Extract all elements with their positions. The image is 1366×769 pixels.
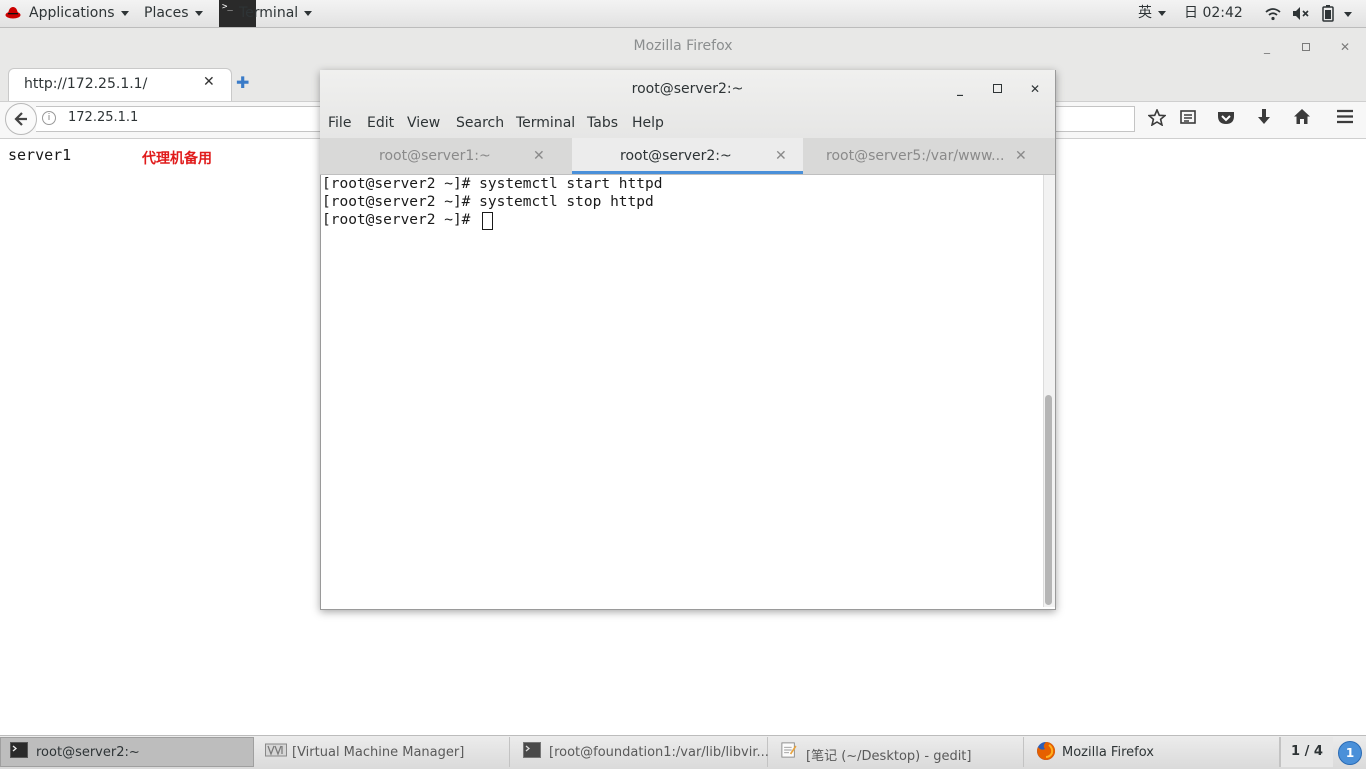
terminal-icon — [523, 742, 541, 758]
input-method-label: 英 — [1138, 5, 1152, 21]
hamburger-menu-icon[interactable] — [1336, 109, 1354, 124]
terminal-output-area[interactable] — [321, 175, 1043, 607]
maximize-icon[interactable] — [1299, 41, 1313, 55]
menu-tabs[interactable]: Tabs — [587, 115, 618, 131]
new-tab-plus-icon[interactable]: ✚ — [236, 73, 249, 92]
terminal-tab-1-label[interactable]: root@server1:~ — [379, 148, 491, 164]
gedit-notepad-icon — [781, 742, 797, 758]
close-tab-icon[interactable]: ✕ — [203, 74, 215, 90]
chevron-down-icon — [1158, 10, 1166, 16]
workspace-indicator[interactable]: 1 / 4 — [1280, 737, 1333, 767]
minimize-icon[interactable]: _ — [1260, 40, 1274, 54]
taskbar-item-label: [笔记 (~/Desktop) - gedit] — [806, 749, 972, 764]
text-cursor — [482, 212, 493, 230]
page-hostname-text: server1 — [8, 146, 72, 164]
menu-file[interactable]: File — [328, 115, 351, 131]
firefox-window-title: Mozilla Firefox — [633, 38, 733, 54]
menu-edit[interactable]: Edit — [367, 115, 394, 131]
terminal-window-title: root@server2:~ — [631, 81, 744, 97]
terminal-icon — [10, 742, 28, 758]
active-app-label: Terminal — [239, 5, 299, 21]
redhat-logo-icon — [5, 7, 21, 19]
taskbar-item-label: [Virtual Machine Manager] — [292, 745, 465, 760]
bookmark-star-icon[interactable] — [1148, 109, 1166, 126]
places-menu[interactable]: Places — [144, 0, 203, 27]
places-label: Places — [144, 5, 189, 21]
close-icon[interactable]: ✕ — [1338, 40, 1352, 54]
terminal-line: [root@server2 ~]# systemctl stop httpd — [322, 194, 654, 210]
applications-label: Applications — [29, 5, 115, 21]
tab-close-icon[interactable]: ✕ — [533, 148, 545, 164]
menu-help[interactable]: Help — [632, 115, 664, 131]
home-icon[interactable] — [1293, 108, 1311, 125]
clock[interactable]: 日 02:42 — [1184, 0, 1243, 27]
page-note-text: 代理机备用 — [142, 151, 212, 167]
wifi-icon[interactable] — [1265, 7, 1281, 21]
terminal-tab-2-label[interactable]: root@server2:~ — [620, 148, 732, 164]
back-arrow-icon[interactable] — [5, 103, 37, 135]
terminal-line: [root@server2 ~]# — [322, 212, 480, 228]
taskbar-item-label: Mozilla Firefox — [1062, 745, 1154, 760]
terminal-maximize-icon[interactable] — [990, 82, 1004, 96]
tab-close-icon[interactable]: ✕ — [775, 148, 787, 164]
chevron-down-icon — [194, 10, 203, 16]
terminal-scrollbar-thumb[interactable] — [1045, 395, 1052, 605]
firefox-icon — [1037, 741, 1056, 760]
input-method-indicator[interactable]: 英 — [1138, 0, 1166, 27]
volume-muted-icon[interactable] — [1292, 6, 1310, 21]
firefox-tab-title: http://172.25.1.1/ — [24, 76, 148, 92]
terminal-minimize-icon[interactable]: _ — [953, 82, 967, 96]
battery-icon[interactable] — [1322, 5, 1334, 22]
tab-close-icon[interactable]: ✕ — [1015, 148, 1027, 164]
pocket-icon[interactable] — [1217, 110, 1235, 125]
notification-badge[interactable]: 1 — [1338, 741, 1362, 765]
active-app-menu[interactable]: Terminal — [239, 0, 313, 27]
virtual-machine-manager-icon — [265, 743, 287, 757]
taskbar-item-label: root@server2:~ — [36, 745, 140, 760]
site-info-icon[interactable]: i — [42, 111, 56, 125]
url-text[interactable]: 172.25.1.1 — [68, 110, 138, 125]
menu-view[interactable]: View — [407, 115, 440, 131]
terminal-close-icon[interactable]: ✕ — [1028, 82, 1042, 96]
chevron-down-icon — [304, 10, 313, 16]
terminal-tab-3-label[interactable]: root@server5:/var/www... — [826, 148, 1004, 164]
terminal-line: [root@server2 ~]# systemctl start httpd — [322, 176, 663, 192]
applications-menu[interactable]: Applications — [29, 0, 129, 27]
chevron-down-icon — [120, 10, 129, 16]
reader-list-icon[interactable] — [1180, 109, 1196, 125]
download-arrow-icon[interactable] — [1256, 108, 1272, 126]
taskbar-item-label: [root@foundation1:/var/lib/libvir... — [549, 745, 769, 760]
menu-terminal[interactable]: Terminal — [516, 115, 575, 131]
system-menu-chevron-icon[interactable] — [1344, 12, 1352, 17]
menu-search[interactable]: Search — [456, 115, 504, 131]
